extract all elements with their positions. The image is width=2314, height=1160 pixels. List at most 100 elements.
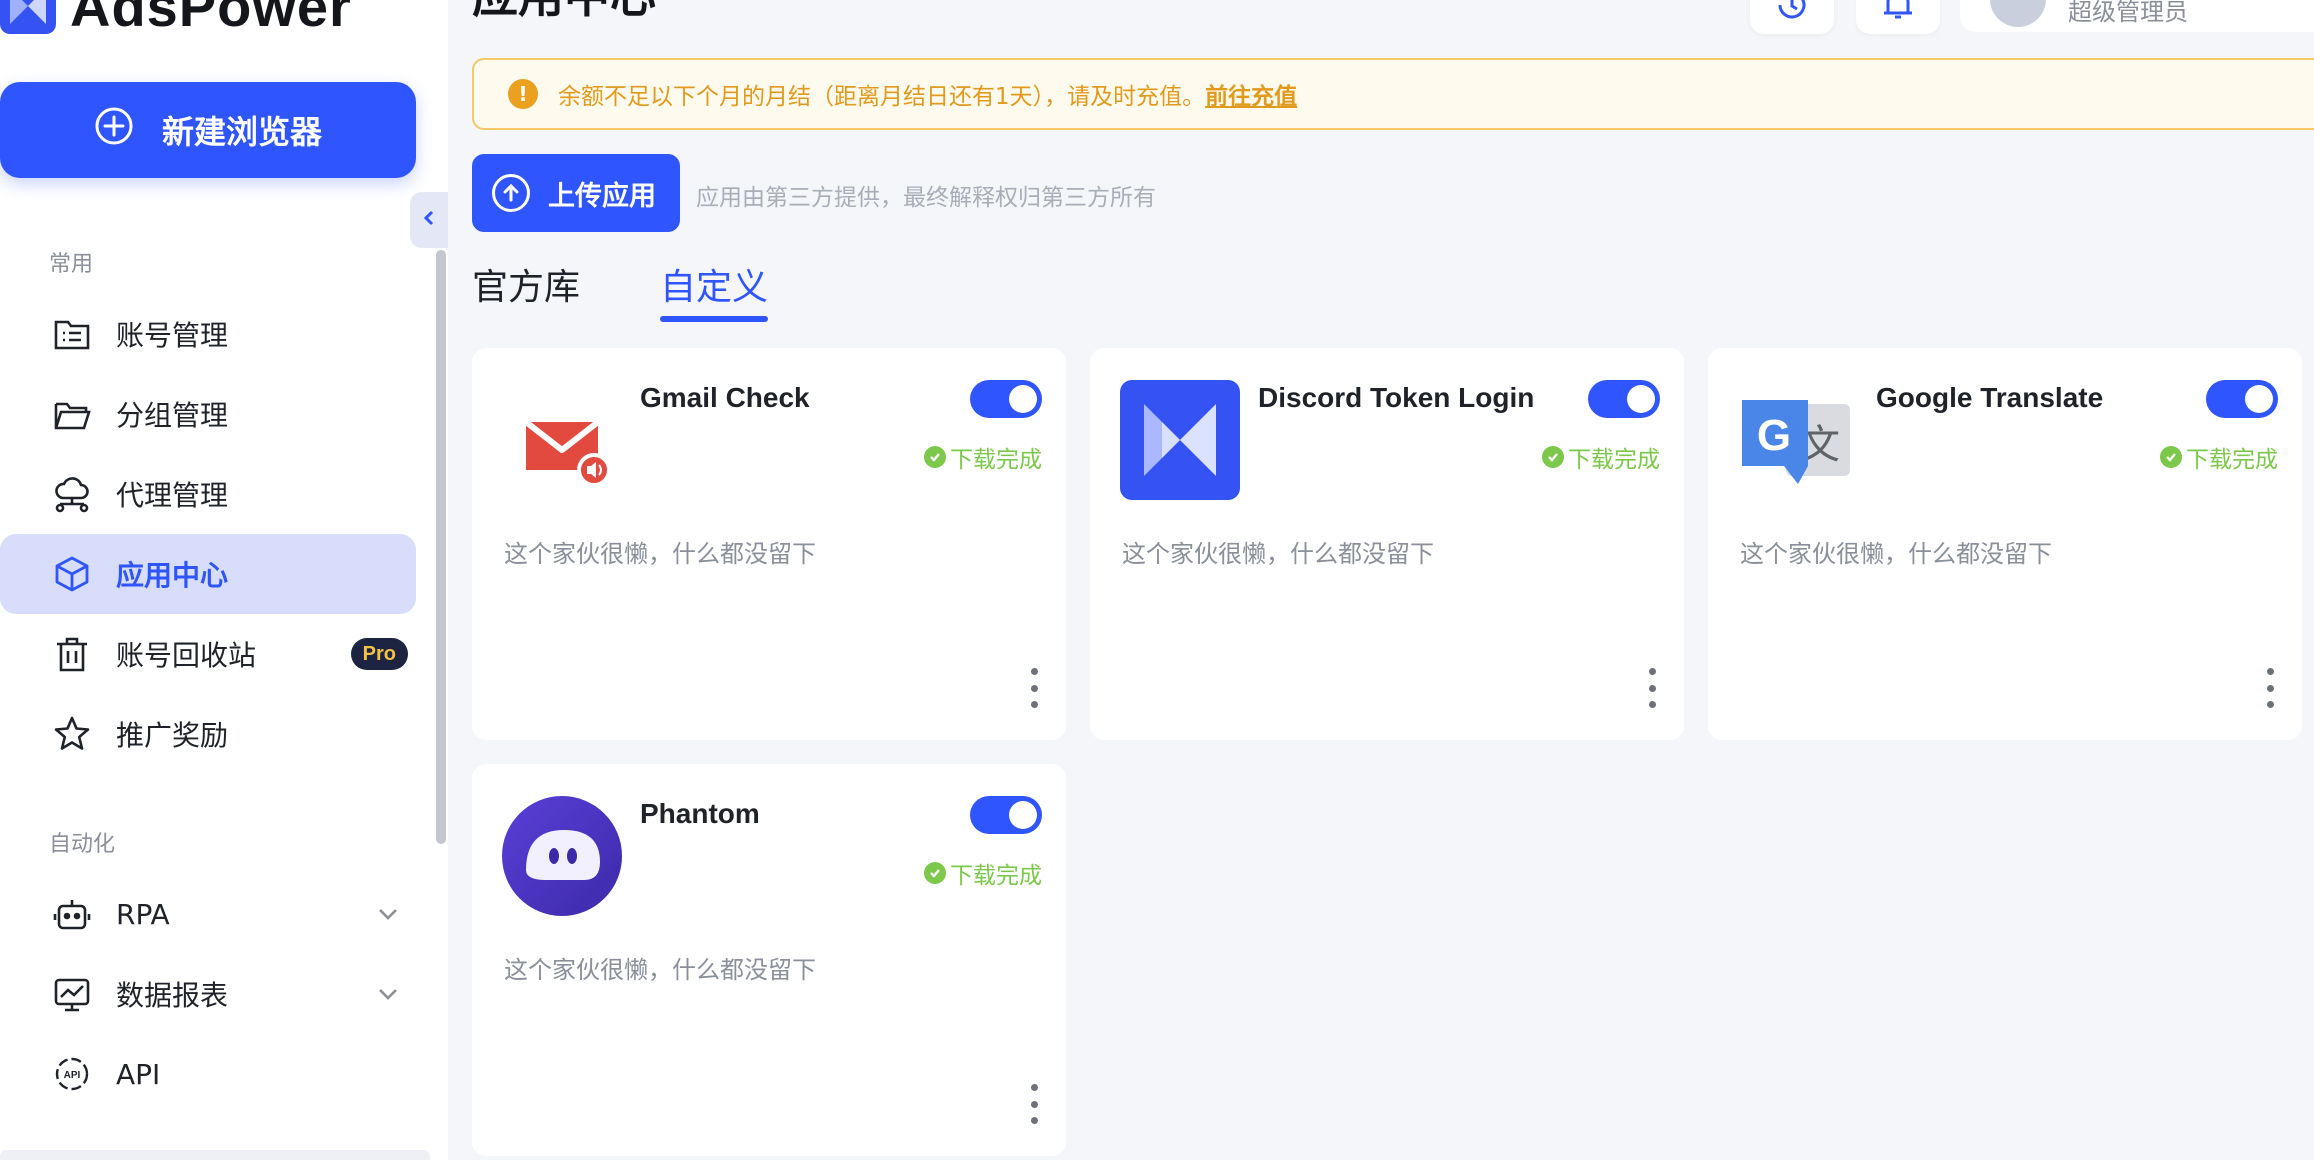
app-card[interactable]: 文 G Google Translate 下载完成 这个家伙很懒，什么都没留下	[1708, 348, 2302, 740]
warning-icon: !	[508, 79, 538, 109]
section-label-automation: 自动化	[49, 832, 116, 857]
sidebar-item-label: 推广奖励	[116, 719, 229, 752]
app-name: Discord Token Login	[1258, 382, 1535, 413]
cloud-network-icon	[50, 472, 94, 516]
download-status: 下载完成	[924, 440, 1042, 474]
app-enable-toggle[interactable]	[970, 380, 1042, 418]
folder-open-icon	[50, 392, 94, 436]
app-card[interactable]: Discord Token Login 下载完成 这个家伙很懒，什么都没留下	[1090, 348, 1684, 740]
new-browser-button[interactable]: 新建浏览器	[0, 82, 416, 178]
sidebar-item-label: 数据报表	[116, 979, 229, 1012]
app-name: AdsPower	[70, 0, 352, 38]
sidebar-item-recycle-bin[interactable]: 账号回收站 Pro	[0, 614, 416, 694]
check-circle-icon	[924, 862, 946, 884]
user-role: 超级管理员	[2068, 0, 2188, 26]
avatar	[1990, 0, 2046, 27]
svg-text:G: G	[1757, 411, 1791, 460]
api-icon: API	[50, 1052, 94, 1096]
page-title: 应用中心	[472, 0, 656, 20]
sidebar-item-proxy[interactable]: 代理管理	[0, 454, 416, 534]
notice-text: 余额不足以下个月的月结（距离月结日还有1天），请及时充值。	[558, 84, 1206, 110]
download-status: 下载完成	[2160, 440, 2278, 474]
history-icon	[1772, 0, 1812, 29]
more-options-button[interactable]	[1646, 668, 1658, 708]
app-description: 这个家伙很懒，什么都没留下	[504, 540, 816, 568]
app-enable-toggle[interactable]	[1588, 380, 1660, 418]
more-options-button[interactable]	[1028, 1084, 1040, 1124]
sidebar-item-label: RPA	[116, 897, 170, 931]
history-button[interactable]	[1750, 0, 1834, 34]
upload-arrow-icon	[492, 174, 530, 212]
sidebar-item-api[interactable]: API API	[0, 1034, 416, 1114]
collapse-sidebar-button[interactable]	[410, 192, 448, 248]
download-status-text: 下载完成	[950, 863, 1042, 889]
sidebar-item-groups[interactable]: 分组管理	[0, 374, 416, 454]
app-description: 这个家伙很懒，什么都没留下	[1122, 540, 1434, 568]
download-status-text: 下载完成	[950, 447, 1042, 473]
svg-text:API: API	[64, 1070, 81, 1081]
app-card[interactable]: Phantom 下载完成 这个家伙很懒，什么都没留下	[472, 764, 1066, 1156]
sidebar: AdsPower 新建浏览器 常用 账号管理 分组管理 代理管理 应用中心 账号…	[0, 0, 448, 1160]
upload-app-label: 上传应用	[548, 180, 656, 212]
sidebar-item-label: 分组管理	[116, 399, 229, 432]
upload-hint: 应用由第三方提供，最终解释权归第三方所有	[696, 185, 1156, 211]
discord-token-logo-icon	[1120, 380, 1240, 500]
plus-circle-icon	[94, 106, 134, 154]
app-logo[interactable]: AdsPower	[0, 0, 352, 38]
app-description: 这个家伙很懒，什么都没留下	[504, 956, 816, 984]
download-status: 下载完成	[1542, 440, 1660, 474]
download-status-text: 下载完成	[2186, 447, 2278, 473]
tab-official[interactable]: 官方库	[472, 258, 580, 310]
app-description: 这个家伙很懒，什么都没留下	[1740, 540, 2052, 568]
sidebar-item-reports[interactable]: 数据报表	[0, 954, 416, 1034]
check-circle-icon	[1542, 446, 1564, 468]
sidebar-item-label: 账号管理	[116, 319, 229, 352]
balance-notice: ! 余额不足以下个月的月结（距离月结日还有1天），请及时充值。前往充值	[472, 58, 2314, 130]
active-tab-indicator	[660, 316, 768, 322]
app-name: Gmail Check	[640, 382, 810, 413]
chevron-left-icon	[420, 209, 438, 231]
app-name: Phantom	[640, 798, 760, 829]
app-name: Google Translate	[1876, 382, 2104, 413]
chevron-down-icon[interactable]	[374, 900, 402, 928]
phantom-logo-icon	[502, 796, 622, 916]
user-menu[interactable]: 超级管理员	[1960, 0, 2314, 32]
adspower-logo-icon	[0, 0, 56, 34]
sidebar-item-label: 应用中心	[116, 559, 229, 592]
check-circle-icon	[924, 446, 946, 468]
sidebar-item-app-center[interactable]: 应用中心	[0, 534, 416, 614]
sidebar-item-label: 代理管理	[116, 479, 229, 512]
sidebar-item-accounts[interactable]: 账号管理	[0, 294, 416, 374]
pro-badge: Pro	[350, 638, 408, 670]
notification-button[interactable]	[1856, 0, 1940, 34]
app-card[interactable]: Gmail Check 下载完成 这个家伙很懒，什么都没留下	[472, 348, 1066, 740]
list-folder-icon	[50, 312, 94, 356]
sidebar-bottom-panel	[0, 1150, 430, 1160]
google-translate-logo-icon: 文 G	[1738, 380, 1858, 500]
gmail-logo-icon	[502, 380, 622, 500]
new-browser-label: 新建浏览器	[161, 113, 322, 151]
more-options-button[interactable]	[2264, 668, 2276, 708]
cube-icon	[50, 552, 94, 596]
check-circle-icon	[2160, 446, 2182, 468]
robot-icon	[50, 892, 94, 936]
download-status: 下载完成	[924, 856, 1042, 890]
app-enable-toggle[interactable]	[2206, 380, 2278, 418]
tab-custom[interactable]: 自定义	[660, 258, 768, 310]
section-label-common: 常用	[49, 252, 94, 277]
app-enable-toggle[interactable]	[970, 796, 1042, 834]
sidebar-item-rpa[interactable]: RPA	[0, 874, 416, 954]
sidebar-scrollbar[interactable]	[436, 250, 446, 844]
star-icon	[50, 712, 94, 756]
more-options-button[interactable]	[1028, 668, 1040, 708]
recharge-link[interactable]: 前往充值	[1205, 84, 1297, 110]
bell-icon	[1878, 0, 1918, 29]
download-status-text: 下载完成	[1568, 447, 1660, 473]
chart-monitor-icon	[50, 972, 94, 1016]
sidebar-item-referral[interactable]: 推广奖励	[0, 694, 416, 774]
upload-app-button[interactable]: 上传应用	[472, 154, 680, 232]
sidebar-item-label: 账号回收站	[116, 639, 257, 672]
chevron-down-icon[interactable]	[374, 980, 402, 1008]
sidebar-item-label: API	[116, 1057, 161, 1091]
trash-icon	[50, 632, 94, 676]
